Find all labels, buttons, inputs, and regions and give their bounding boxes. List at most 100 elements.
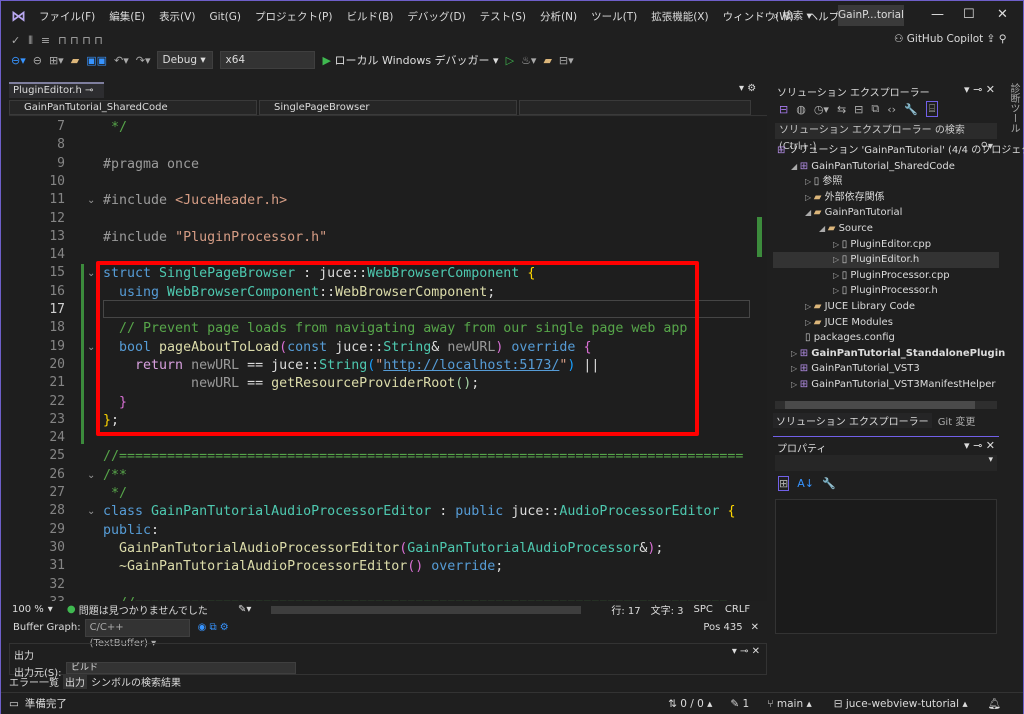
tab-output[interactable]: 出力 — [63, 673, 87, 689]
buffer-graph-select[interactable]: C/C++ (TextBuffer) ▾ — [84, 618, 190, 649]
comment-icon[interactable]: ≡ — [41, 34, 50, 47]
start-debugging-button[interactable]: ▶ ローカル Windows デバッガー ▾ — [322, 52, 498, 68]
project-dropdown[interactable]: GainPanTutorial_SharedCode — [9, 100, 257, 115]
collapse-icon[interactable]: ⊟ — [854, 103, 863, 116]
expand-arrow-icon[interactable]: ▷ — [805, 302, 814, 311]
expand-arrow-icon[interactable]: ▷ — [805, 177, 814, 186]
window-layout-icon[interactable]: ⊟▾ — [559, 54, 574, 67]
history-icon[interactable]: ◷▾ — [814, 103, 829, 116]
edits-indicator[interactable]: ✎ 1 — [730, 698, 749, 710]
close-buffer-graph-icon[interactable]: ✕ — [751, 622, 759, 633]
menu-tools[interactable]: ツール(T) — [591, 9, 637, 24]
expand-arrow-icon[interactable]: ▷ — [833, 240, 842, 249]
line-ending-indicator[interactable]: CRLF — [725, 604, 750, 615]
github-copilot-button[interactable]: ⚇ GitHub Copilot ⇪ ⚲ — [894, 33, 1006, 45]
sync-icon[interactable]: ⇆ — [837, 103, 846, 116]
hot-reload-icon[interactable]: ♨▾ — [521, 54, 536, 67]
tab-git-changes[interactable]: Git 変更 — [938, 413, 976, 428]
menu-file[interactable]: ファイル(F) — [39, 9, 95, 24]
branch-indicator[interactable]: ⑂ main ▴ — [767, 698, 812, 710]
indent-icon[interactable]: ⫴ — [28, 34, 33, 48]
expand-arrow-icon[interactable]: ▷ — [805, 193, 814, 202]
menu-extensions[interactable]: 拡張機能(X) — [651, 9, 708, 24]
line-indicator[interactable]: 行: 17 — [611, 602, 640, 617]
globe-icon[interactable]: ◍ — [796, 103, 806, 116]
fold-toggle-icon[interactable]: ⌄ — [87, 342, 95, 353]
expand-arrow-icon[interactable]: ▷ — [805, 318, 814, 327]
sort-alpha-icon[interactable]: A↓ — [797, 477, 814, 490]
issues-status[interactable]: 問題は見つかりませんでした — [79, 602, 208, 617]
member-dropdown[interactable] — [519, 100, 751, 115]
expand-arrow-icon[interactable]: ▷ — [833, 286, 842, 295]
code-icon[interactable]: ‹› — [887, 103, 896, 116]
notification-icon[interactable]: ▭ — [9, 698, 19, 710]
solution-search-input[interactable]: ソリューション エクスプローラー の検索 (Ctrl+:) ⚲▾ — [775, 123, 997, 152]
solution-tree-item[interactable]: ◢ ▰ GainPanTutorial — [773, 205, 902, 221]
solution-tree-item[interactable]: ⊞ ソリューション 'GainPanTutorial' (4/4 のプロジェクト — [773, 143, 1024, 159]
diagnostic-tools-tab[interactable]: 診断ツール — [1003, 83, 1021, 133]
back-icon[interactable]: ⊖▾ — [11, 54, 26, 67]
code-editor[interactable]: 7 */ 8 9 #pragma once 10 11 ⌄ #include <JuceHea… — [9, 117, 767, 601]
menu-debug[interactable]: デバッグ(D) — [407, 9, 465, 24]
panel-controls-icon[interactable]: ▾ ⊸ ✕ — [964, 83, 995, 96]
repository-indicator[interactable]: ⊟ juce-webview-tutorial ▴ — [834, 698, 968, 710]
expand-arrow-icon[interactable]: ▷ — [791, 380, 800, 389]
preview-icon[interactable]: ⌸ — [925, 101, 939, 117]
solution-tree-item[interactable]: ▷ ⊞ GainPanTutorial_StandalonePlugin — [773, 346, 1005, 362]
maximize-button[interactable]: ☐ — [963, 7, 975, 22]
menu-build[interactable]: ビルド(B) — [346, 9, 393, 24]
solution-tree-item[interactable]: ▯ packages.config — [773, 330, 895, 346]
switch-view-icon[interactable]: ⊟ — [779, 103, 788, 116]
redo-icon[interactable]: ↷▾ — [136, 54, 151, 67]
horizontal-scrollbar[interactable] — [271, 605, 582, 614]
open-folder-icon[interactable]: ▰ — [71, 54, 79, 67]
solution-tree-item[interactable]: ▷ ▯ PluginEditor.h — [773, 252, 999, 269]
menu-view[interactable]: 表示(V) — [159, 9, 195, 24]
fold-toggle-icon[interactable]: ⌄ — [87, 268, 95, 279]
expand-arrow-icon[interactable]: ▷ — [833, 255, 842, 264]
tab-error-list[interactable]: エラー一覧 — [9, 674, 59, 689]
solution-tree-item[interactable]: ▷ ▯ PluginProcessor.cpp — [773, 268, 950, 284]
bell-icon[interactable]: 🔔︎ — [988, 697, 1001, 710]
solution-tree-item[interactable]: ▷ ▯ PluginProcessor.h — [773, 283, 938, 299]
folder-icon[interactable]: ▰ — [543, 54, 551, 67]
vertical-scrollbar[interactable] — [754, 117, 766, 601]
search-button[interactable]: ⌕ 検索 ▾ — [773, 8, 812, 23]
expand-arrow-icon[interactable]: ▷ — [833, 271, 842, 280]
property-pages-icon[interactable]: 🔧 — [822, 477, 836, 490]
zoom-level[interactable]: 100 % — [12, 604, 44, 615]
expand-arrow-icon[interactable]: ▷ — [791, 349, 800, 358]
menu-git[interactable]: Git(G) — [209, 11, 241, 23]
panel-controls-icon[interactable]: ▾ ⊸ ✕ — [732, 646, 760, 657]
menu-analyze[interactable]: 分析(N) — [540, 9, 577, 24]
solution-tree-item[interactable]: ◢ ⊞ GainPanTutorial_SharedCode — [773, 159, 955, 175]
solution-tree-item[interactable]: ▷ ▯ 参照 — [773, 174, 842, 190]
close-button[interactable]: ✕ — [997, 7, 1008, 22]
start-without-debugging-icon[interactable]: ▷ — [506, 54, 514, 67]
menu-test[interactable]: テスト(S) — [480, 9, 526, 24]
collapse-arrow-icon[interactable]: ◢ — [791, 162, 800, 171]
solution-tree-item[interactable]: ▷ ⊞ GainPanTutorial_VST3 — [773, 361, 920, 377]
platform-select[interactable]: x64 — [220, 51, 316, 69]
solution-tree-item[interactable]: ▷ ▰ JUCE Modules — [773, 315, 893, 331]
tab-options-icon[interactable]: ▾ ⚙ — [739, 83, 756, 94]
menu-edit[interactable]: 編集(E) — [109, 9, 145, 24]
configuration-select[interactable]: Debug ▾ — [157, 51, 214, 69]
whitespace-indicator[interactable]: SPC — [694, 604, 713, 615]
column-indicator[interactable]: 文字: 3 — [651, 602, 684, 617]
solution-tree-item[interactable]: ▷ ⊞ GainPanTutorial_VST3ManifestHelper — [773, 377, 995, 393]
new-project-icon[interactable]: ⊞▾ — [49, 54, 64, 67]
tree-horizontal-scrollbar[interactable] — [775, 401, 997, 409]
categorized-icon[interactable]: ⊞ — [778, 476, 790, 491]
solution-tree-item[interactable]: ▷ ▰ JUCE Library Code — [773, 299, 915, 315]
graph-icon[interactable]: ◉ ⧉ ⚙ — [198, 622, 229, 633]
tab-symbol-search[interactable]: シンボルの検索結果 — [91, 674, 181, 689]
solution-tree-item[interactable]: ▷ ▰ 外部依存関係 — [773, 190, 885, 206]
solution-tree-item[interactable]: ▷ ▯ PluginEditor.cpp — [773, 237, 931, 253]
object-select[interactable]: ▾ — [775, 455, 997, 471]
menu-project[interactable]: プロジェクト(P) — [255, 9, 333, 24]
changes-indicator[interactable]: ⇅ 0 / 0 ▴ — [668, 698, 712, 710]
brush-icon[interactable]: ✎▾ — [238, 604, 251, 615]
solution-name-badge[interactable]: GainP...torial — [838, 5, 904, 26]
fold-toggle-icon[interactable]: ⌄ — [87, 470, 95, 481]
